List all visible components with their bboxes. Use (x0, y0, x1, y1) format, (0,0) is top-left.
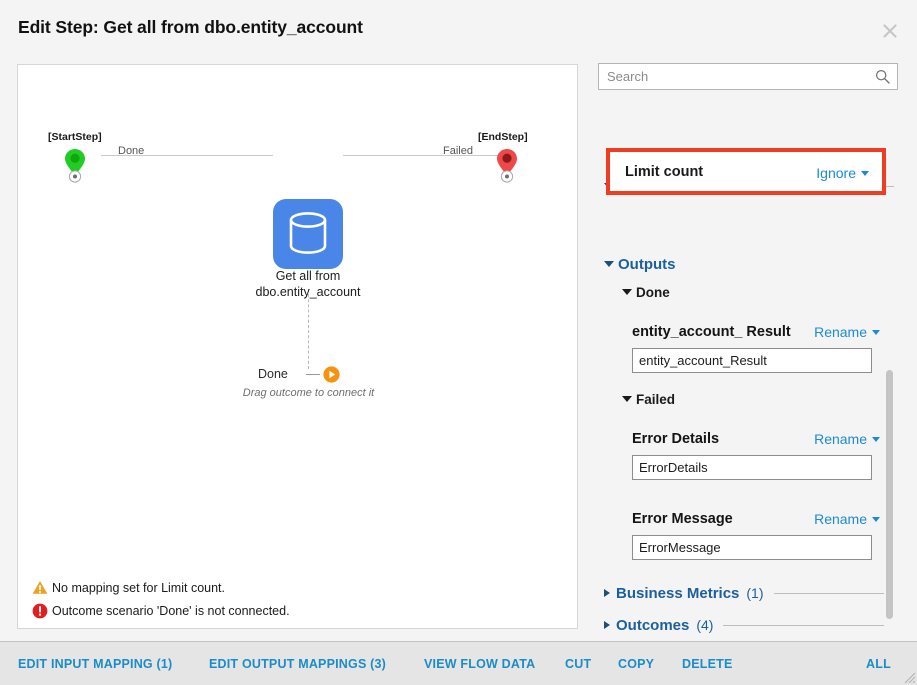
end-step-pin-icon[interactable] (494, 145, 520, 188)
rename-label: Rename (814, 431, 867, 447)
output-field-header: entity_account_ Result Rename (632, 322, 880, 342)
section-title: Outputs (618, 255, 676, 273)
edge-node-to-end (343, 155, 503, 156)
view-flow-data-button[interactable]: VIEW FLOW DATA (424, 657, 535, 671)
panel-scrollbar[interactable] (886, 370, 893, 619)
chevron-down-icon (872, 329, 880, 335)
chevron-down-icon (604, 261, 614, 267)
section-header-outcomes[interactable]: Outcomes (4) (604, 615, 884, 635)
node-caption: Get all from dbo.entity_account (218, 268, 398, 300)
database-icon[interactable] (273, 199, 343, 269)
section-title: Business Metrics (616, 584, 740, 602)
rename-button[interactable]: Rename (814, 324, 880, 340)
chevron-down-icon (861, 170, 869, 176)
validation-message-warning: No mapping set for Limit count. (32, 577, 290, 598)
rename-label: Rename (814, 324, 867, 340)
chevron-down-icon (622, 289, 632, 295)
output-field-group: Error Details Rename (632, 429, 880, 480)
output-field-group: entity_account_ Result Rename (632, 322, 880, 373)
subsection-title: Failed (636, 391, 676, 407)
edit-step-dialog: Edit Step: Get all from dbo.entity_accou… (0, 0, 917, 685)
output-field-header: Error Details Rename (632, 429, 880, 449)
bottom-toolbar: EDIT INPUT MAPPING (1) EDIT OUTPUT MAPPI… (0, 641, 917, 685)
section-count: (1) (746, 585, 764, 601)
search-input[interactable] (599, 64, 869, 89)
ignore-dropdown[interactable]: Ignore (816, 165, 869, 181)
start-step-label: [StartStep] (48, 131, 102, 143)
node-caption-line2: dbo.entity_account (255, 285, 361, 299)
ignore-label: Ignore (816, 165, 856, 181)
chevron-right-icon (604, 621, 610, 629)
validation-message-text: No mapping set for Limit count. (52, 580, 225, 595)
output-field-header: Error Message Rename (632, 509, 880, 529)
validation-messages: No mapping set for Limit count. Outcome … (32, 577, 290, 623)
dialog-header: Edit Step: Get all from dbo.entity_accou… (0, 0, 917, 56)
section-count: (4) (696, 617, 714, 633)
output-name-input[interactable] (632, 348, 872, 373)
chevron-right-icon (604, 589, 610, 597)
drag-outcome-hint: Drag outcome to connect it (242, 387, 375, 399)
end-step-label: [EndStep] (478, 131, 528, 143)
outcome-connector-line (306, 374, 320, 375)
search-icon[interactable] (875, 69, 890, 84)
copy-button[interactable]: COPY (618, 657, 654, 671)
all-button[interactable]: ALL (866, 657, 891, 671)
edit-output-mappings-button[interactable]: EDIT OUTPUT MAPPINGS (3) (209, 657, 386, 671)
error-circle-icon (32, 603, 52, 619)
output-field-group: Error Message Rename (632, 509, 880, 560)
close-icon[interactable] (877, 18, 903, 44)
chevron-down-icon (872, 436, 880, 442)
input-row-limit-count[interactable]: Limit count Ignore (606, 148, 886, 195)
play-circle-icon[interactable] (323, 366, 340, 383)
section-divider (773, 592, 884, 594)
rename-button[interactable]: Rename (814, 431, 880, 447)
properties-panel: Inputs Outputs Done entity_account_ Resu… (590, 56, 917, 639)
subsection-title: Done (636, 284, 670, 300)
warning-triangle-icon (32, 580, 52, 596)
section-header-outputs[interactable]: Outputs (604, 254, 894, 274)
section-divider (723, 624, 884, 626)
delete-button[interactable]: DELETE (682, 657, 733, 671)
section-title: Outcomes (616, 616, 690, 634)
validation-message-text: Outcome scenario 'Done' is not connected… (52, 603, 290, 618)
chevron-down-icon (622, 396, 632, 402)
input-row-label: Limit count (625, 164, 704, 180)
output-field-name: Error Details (632, 431, 720, 447)
chevron-down-icon (872, 516, 880, 522)
search-box[interactable] (598, 63, 898, 90)
validation-message-error: Outcome scenario 'Done' is not connected… (32, 600, 290, 621)
edit-input-mapping-button[interactable]: EDIT INPUT MAPPING (1) (18, 657, 172, 671)
page-title: Edit Step: Get all from dbo.entity_accou… (18, 17, 363, 37)
edge-label-failed: Failed (443, 145, 473, 157)
outcome-label: Done (258, 367, 288, 381)
output-name-input[interactable] (632, 535, 872, 560)
cut-button[interactable]: CUT (565, 657, 591, 671)
section-header-failed[interactable]: Failed (622, 389, 675, 409)
rename-label: Rename (814, 511, 867, 527)
start-step-pin-icon[interactable] (62, 145, 88, 188)
section-header-business-metrics[interactable]: Business Metrics (1) (604, 583, 884, 603)
section-header-done[interactable]: Done (622, 282, 670, 302)
resize-grip-icon[interactable] (902, 670, 916, 684)
output-name-input[interactable] (632, 455, 872, 480)
edge-label-done: Done (118, 145, 145, 157)
rename-button[interactable]: Rename (814, 511, 880, 527)
flow-canvas[interactable]: [StartStep] Done Get all from dbo.entity… (17, 64, 578, 629)
node-caption-line1: Get all from (275, 269, 341, 283)
output-field-name: Error Message (632, 511, 733, 527)
edge-node-to-outcome (308, 289, 309, 369)
output-field-name: entity_account_ Result (632, 324, 791, 340)
